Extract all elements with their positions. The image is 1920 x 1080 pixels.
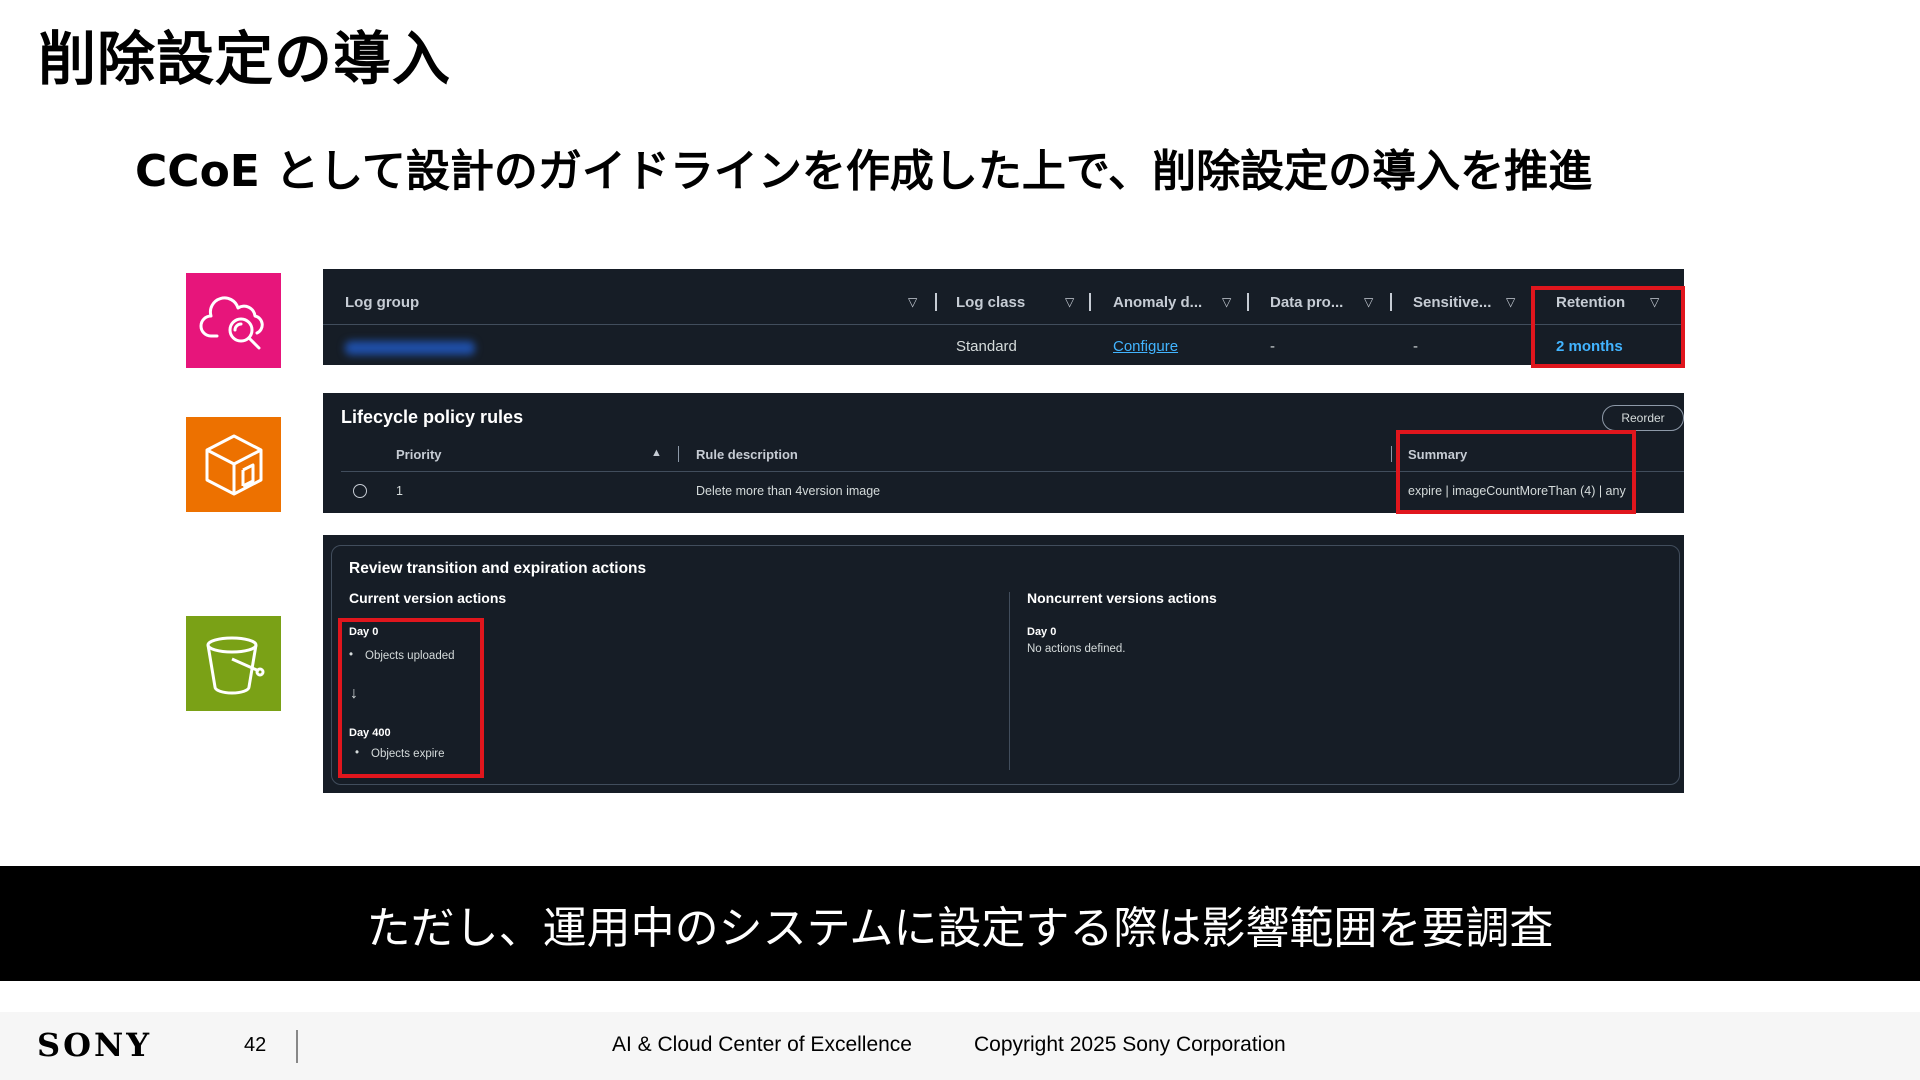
filter-triangle-icon[interactable]: ▽ — [1364, 295, 1373, 309]
col-header-anomaly[interactable]: Anomaly d... — [1113, 294, 1202, 311]
sony-logo: SONY — [37, 1026, 153, 1064]
review-actions-panel: Review transition and expiration actions… — [323, 535, 1684, 793]
slide-subtitle: CCoE として設計のガイドラインを作成した上で、削除設定の導入を推進 — [135, 146, 1593, 197]
ecr-lifecycle-icon — [186, 417, 281, 512]
footer-organization: AI & Cloud Center of Excellence — [612, 1033, 912, 1056]
noncurrent-day0-label: Day 0 — [1027, 626, 1057, 638]
column-separator — [678, 446, 679, 462]
row-select-radio[interactable] — [353, 484, 367, 498]
current-version-title: Current version actions — [349, 590, 507, 606]
column-divider — [1009, 592, 1010, 770]
filter-triangle-icon[interactable]: ▽ — [908, 295, 917, 309]
col-header-data-protection[interactable]: Data pro... — [1270, 294, 1343, 311]
column-separator — [1391, 446, 1392, 462]
cell-log-class: Standard — [956, 338, 1017, 355]
filter-triangle-icon[interactable]: ▽ — [1506, 295, 1515, 309]
cloudwatch-logs-icon — [186, 273, 281, 368]
review-title: Review transition and expiration actions — [349, 560, 647, 577]
column-separator — [1089, 293, 1091, 311]
col-header-sensitive[interactable]: Sensitive... — [1413, 294, 1491, 311]
cell-priority: 1 — [396, 484, 403, 498]
reorder-button[interactable]: Reorder — [1602, 405, 1684, 431]
log-groups-table: Log group ▽ Log class ▽ Anomaly d... ▽ D… — [323, 269, 1685, 368]
filter-triangle-icon[interactable]: ▽ — [1065, 295, 1074, 309]
column-separator — [1247, 293, 1249, 311]
row-divider — [323, 324, 1684, 325]
log-group-name-redacted[interactable] — [345, 341, 475, 355]
review-card — [331, 545, 1680, 785]
footer-separator — [296, 1030, 298, 1063]
footer-copyright: Copyright 2025 Sony Corporation — [974, 1033, 1286, 1056]
filter-triangle-icon[interactable]: ▽ — [1222, 295, 1231, 309]
highlight-box — [338, 618, 484, 778]
noncurrent-text: No actions defined. — [1027, 643, 1126, 655]
s3-bucket-icon — [186, 616, 281, 711]
col-header-log-class[interactable]: Log class — [956, 294, 1025, 311]
column-separator — [1390, 293, 1392, 311]
lifecycle-title: Lifecycle policy rules — [341, 407, 524, 427]
column-separator — [935, 293, 937, 311]
lifecycle-policy-panel: Lifecycle policy rules Reorder Priority … — [323, 393, 1684, 514]
highlight-box — [1396, 430, 1636, 514]
cell-sensitive: - — [1413, 338, 1418, 355]
noncurrent-title: Noncurrent versions actions — [1027, 590, 1217, 606]
col-header-rule-description[interactable]: Rule description — [696, 447, 798, 462]
warning-banner: ただし、運用中のシステムに設定する際は影響範囲を要調査 — [0, 866, 1920, 981]
cell-rule-description: Delete more than 4version image — [696, 484, 881, 498]
footer — [0, 1012, 1920, 1080]
page-number: 42 — [244, 1034, 267, 1056]
slide-title: 削除設定の導入 — [38, 25, 452, 93]
col-header-log-group[interactable]: Log group — [345, 294, 419, 311]
configure-link[interactable]: Configure — [1113, 338, 1178, 355]
cell-data-protection: - — [1270, 338, 1275, 355]
highlight-box — [1531, 286, 1685, 368]
col-header-priority[interactable]: Priority — [396, 447, 442, 462]
sort-ascending-icon[interactable]: ▲ — [651, 447, 662, 459]
